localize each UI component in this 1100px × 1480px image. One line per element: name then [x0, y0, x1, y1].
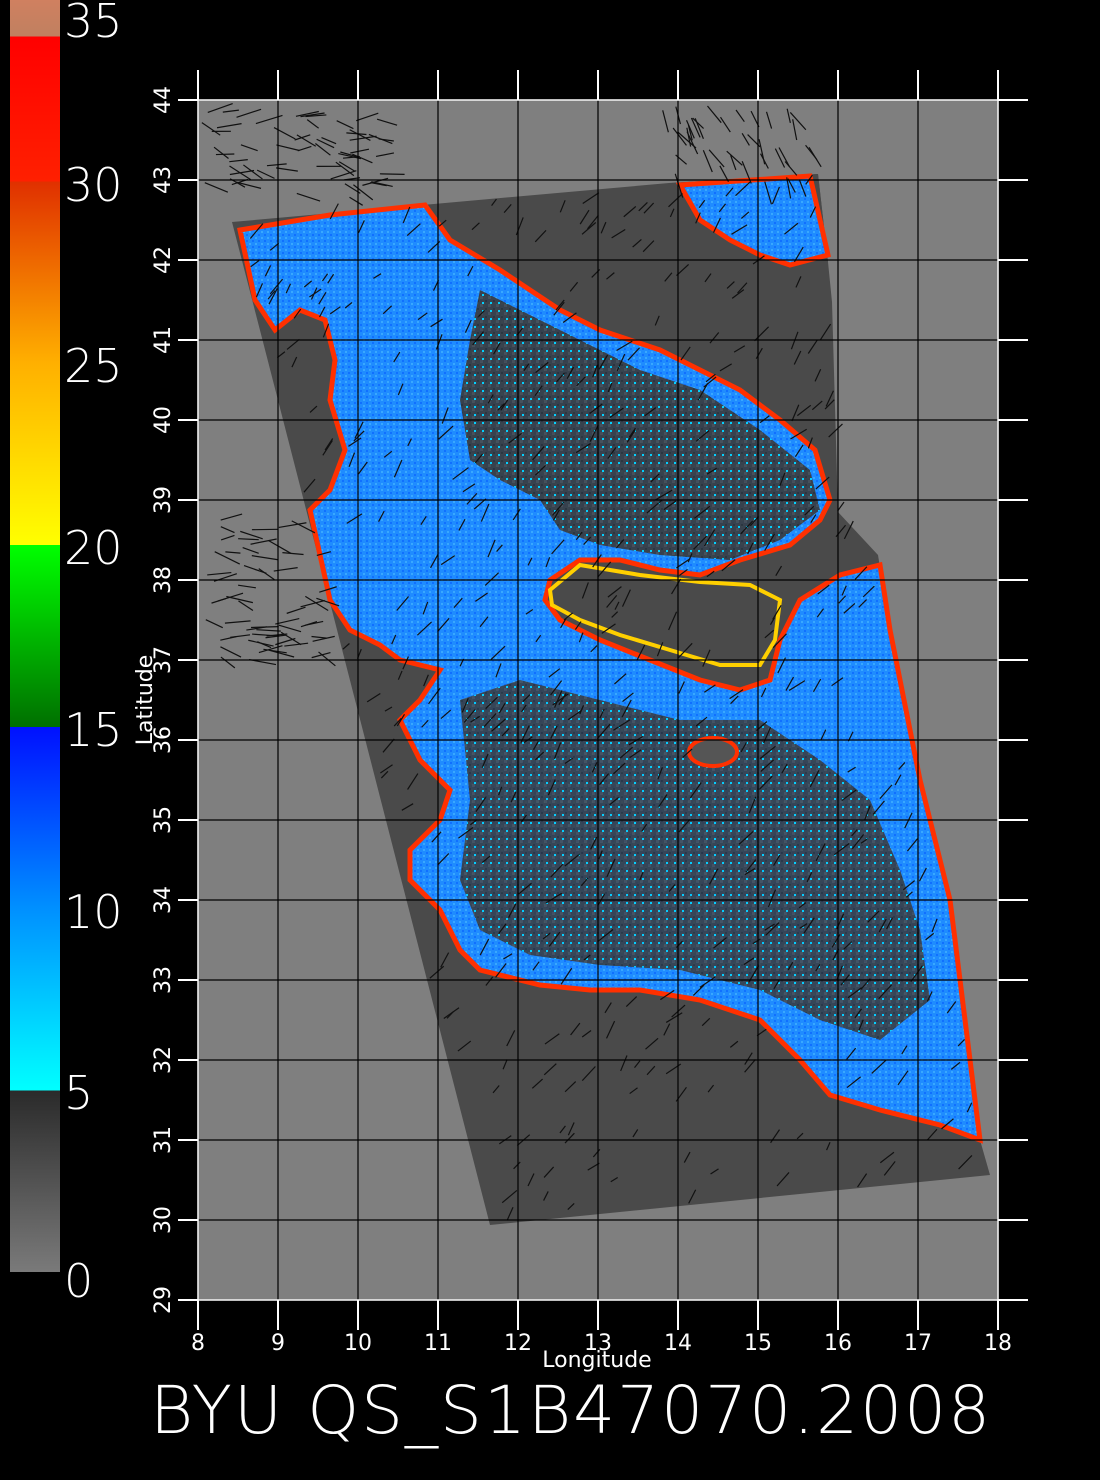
lat-tick-label: 29 [151, 1286, 176, 1314]
product-title: BYU QS_S1B47070.2008 [150, 1372, 993, 1449]
lat-tick-label: 44 [151, 86, 176, 114]
lon-tick-label: 17 [904, 1331, 932, 1356]
lat-tick-label: 30 [151, 1206, 176, 1234]
colorbar-label: 10 [64, 884, 123, 939]
colorbar-label: 30 [64, 157, 123, 212]
map-svg: 8 9 10 11 12 13 14 15 16 17 1829303132333435363738… [10, 0, 1028, 1373]
island [687, 736, 739, 768]
lat-tick-label: 35 [151, 806, 176, 834]
lat-tick-label: 41 [151, 326, 176, 354]
colorbar-label: 5 [64, 1066, 94, 1121]
lon-tick-label: 8 [191, 1331, 205, 1356]
lat-tick-label: 34 [151, 886, 176, 914]
map-area [198, 100, 998, 1300]
lat-tick-label: 39 [151, 486, 176, 514]
lat-tick-label: 38 [151, 566, 176, 594]
lat-tick-label: 42 [151, 246, 176, 274]
colorbar [10, 0, 60, 1272]
colorbar-label: 35 [64, 0, 123, 48]
lat-tick-label: 33 [151, 966, 176, 994]
colorbar-label: 20 [64, 521, 123, 576]
colorbar-label: 0 [64, 1254, 94, 1308]
colorbar-label: 25 [64, 339, 123, 394]
lon-tick-label: 10 [344, 1331, 372, 1356]
lon-tick-label: 15 [744, 1331, 772, 1356]
lon-tick-label: 11 [424, 1331, 452, 1356]
colorbar-label: 15 [64, 702, 123, 757]
lon-tick-label: 12 [504, 1331, 532, 1356]
lon-tick-label: 16 [824, 1331, 852, 1356]
wind-barb [379, 173, 405, 175]
x-axis-title: Longitude [542, 1348, 651, 1373]
lat-tick-label: 32 [151, 1046, 176, 1074]
map-figure: 8 9 10 11 12 13 14 15 16 17 18 29 30 31 32 33 34 35 36 37 38… [0, 0, 1100, 1480]
lon-tick-label: 9 [271, 1331, 285, 1356]
wind-barb [215, 153, 235, 156]
lon-tick-label: 18 [984, 1331, 1012, 1356]
lat-tick-label: 31 [151, 1126, 176, 1154]
lat-tick-label: 40 [151, 406, 176, 434]
y-axis-title: Latitude [133, 655, 158, 746]
lat-tick-label: 43 [151, 166, 176, 194]
lon-tick-label: 14 [664, 1331, 692, 1356]
